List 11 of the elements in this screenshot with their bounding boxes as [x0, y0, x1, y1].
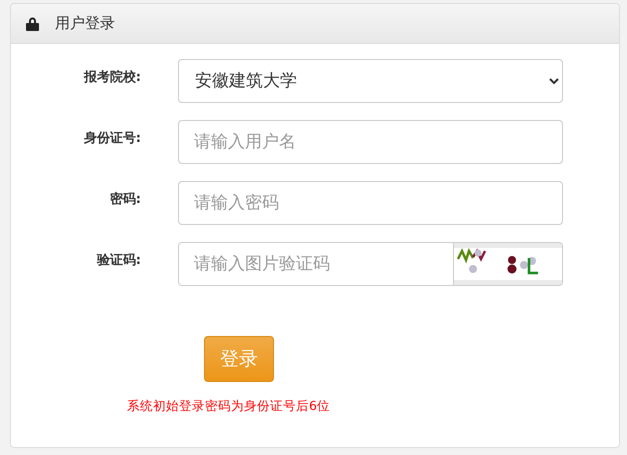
captcha-field[interactable]: 请输入图片验证码 [178, 242, 563, 286]
password-field[interactable]: 请输入密码 [178, 181, 563, 225]
field-label: 验证码: [96, 252, 141, 269]
panel-title: 用户登录 [55, 14, 115, 33]
password-hint: 系统初始登录密码为身份证号后6位 [127, 398, 331, 415]
field-label: 身份证号: [82, 130, 141, 147]
input-field[interactable]: 请输入用户名 [178, 120, 563, 164]
field-label: 报考院校: [82, 68, 141, 86]
lock-icon [26, 16, 39, 30]
school-select[interactable]: 安徽建筑大学 [178, 59, 563, 103]
field-label: 密码: [108, 190, 141, 208]
